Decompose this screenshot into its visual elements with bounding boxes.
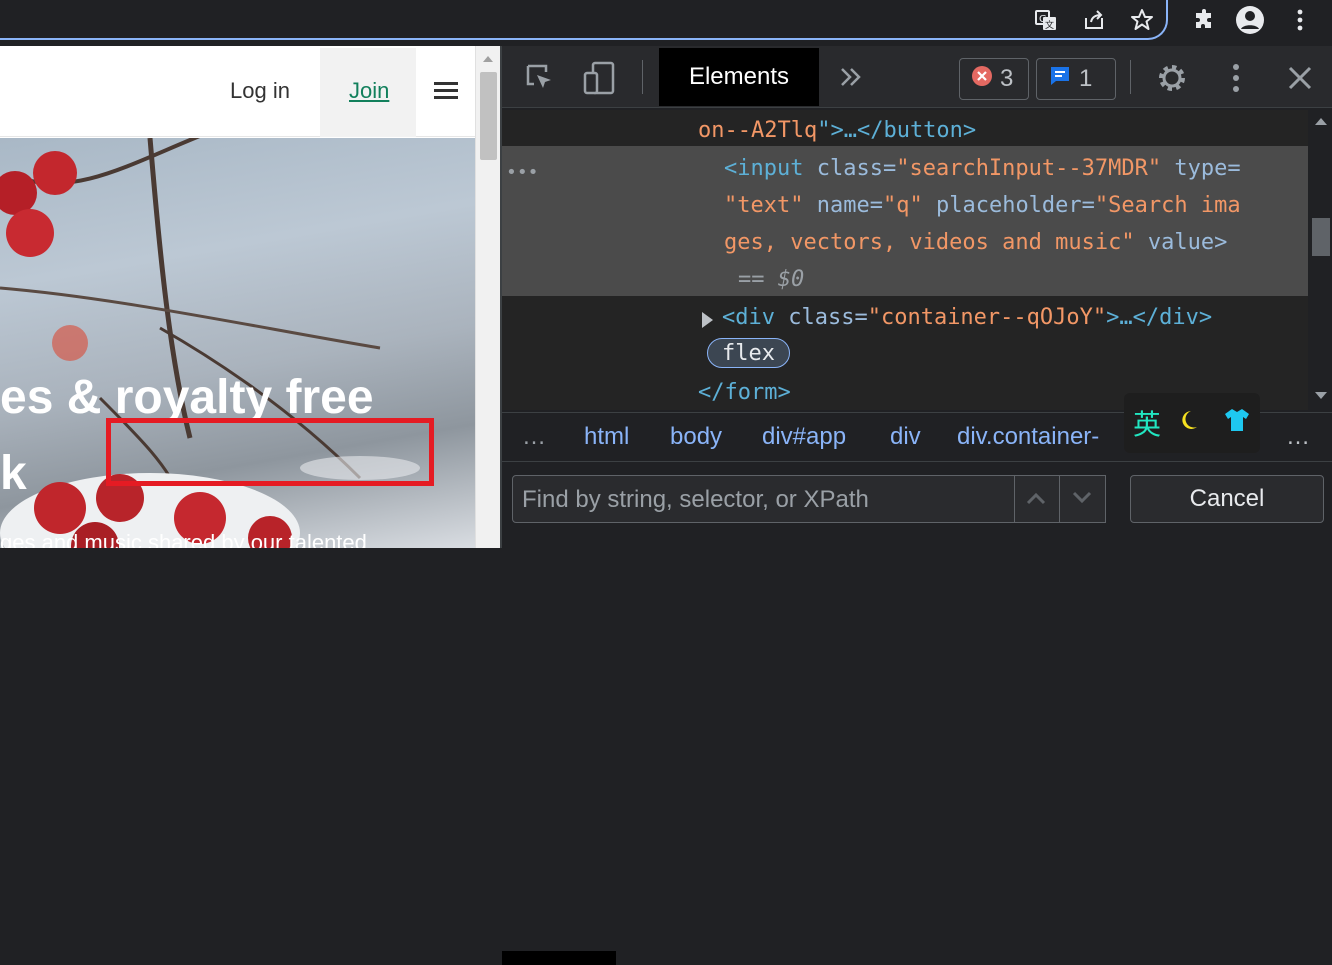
site-header: Log in Join <box>0 46 475 137</box>
hero-background-image <box>0 138 420 548</box>
scroll-up-arrow-icon[interactable] <box>483 56 493 62</box>
ime-toolbar[interactable]: 英 <box>1124 393 1260 453</box>
dom-line-button[interactable]: on--A2Tlq">…</button> <box>698 118 976 143</box>
dom-scroll-thumb[interactable] <box>1312 218 1330 256</box>
dom-line-input-3[interactable]: ges, vectors, videos and music" value> <box>724 230 1227 255</box>
breadcrumb-more-icon[interactable]: … <box>1286 423 1310 451</box>
expand-triangle-icon[interactable] <box>702 312 713 328</box>
messages-badge[interactable]: 1 <box>1036 58 1116 100</box>
devtools-toolbar: Elements 3 1 <box>502 46 1332 108</box>
page-scrollbar[interactable] <box>475 46 500 548</box>
close-devtools-icon[interactable] <box>1286 64 1314 92</box>
annotation-highlight-box <box>106 418 434 486</box>
hero-title-line2: k <box>0 447 27 500</box>
tab-elements[interactable]: Elements <box>659 48 819 106</box>
devtools-panel: Elements 3 1 ••• on--A2Tlq">…</button> <… <box>500 46 1332 965</box>
hamburger-menu-icon[interactable] <box>434 82 458 105</box>
svg-text:文: 文 <box>1045 19 1054 31</box>
dom-selected-marker: == $0 <box>738 267 805 292</box>
address-bar[interactable] <box>0 0 1168 40</box>
inspect-element-icon[interactable] <box>522 60 558 96</box>
dom-scrollbar[interactable] <box>1308 110 1332 410</box>
settings-gear-icon[interactable] <box>1154 60 1190 96</box>
more-tabs-chevron-icon[interactable] <box>836 62 866 92</box>
dom-tree: ••• on--A2Tlq">…</button> <input class="… <box>502 110 1308 410</box>
breadcrumb-overflow-icon[interactable]: … <box>522 423 546 451</box>
dom-line-input-2[interactable]: "text" name="q" placeholder="Search ima <box>724 193 1241 218</box>
moon-icon[interactable] <box>1179 407 1205 440</box>
breadcrumb-item-container[interactable]: div.container- <box>957 423 1099 451</box>
status-strip <box>502 951 616 965</box>
messages-count: 1 <box>1079 65 1093 92</box>
share-icon[interactable] <box>1078 4 1110 36</box>
skin-shirt-icon[interactable] <box>1223 406 1251 441</box>
message-icon <box>1049 65 1071 94</box>
cancel-button[interactable]: Cancel <box>1130 475 1324 523</box>
join-link[interactable]: Join <box>349 78 389 104</box>
translate-icon[interactable]: G文 <box>1030 4 1062 36</box>
errors-count: 3 <box>1000 65 1014 92</box>
device-toolbar-icon[interactable] <box>582 60 618 96</box>
devtools-menu-dots-icon[interactable] <box>1224 62 1248 94</box>
error-icon <box>972 65 992 93</box>
browser-toolbar: G文 <box>0 0 1332 46</box>
dom-line-form-close[interactable]: </form> <box>698 380 791 405</box>
hero-subtitle: ges and music shared by our talented <box>0 530 367 548</box>
flex-badge[interactable]: flex <box>707 338 790 368</box>
ime-language-toggle[interactable]: 英 <box>1133 403 1161 443</box>
errors-badge[interactable]: 3 <box>959 58 1029 100</box>
bookmark-star-icon[interactable] <box>1126 4 1158 36</box>
find-bar: Find by string, selector, or XPath Cance… <box>502 463 1332 965</box>
profile-icon[interactable] <box>1234 4 1266 36</box>
dom-scroll-up-icon[interactable] <box>1315 118 1327 125</box>
toolbar-separator <box>1130 60 1131 94</box>
find-next-icon[interactable] <box>1072 491 1092 510</box>
dom-line-div[interactable]: <div class="container--qOJoY">…</div> <box>722 305 1212 330</box>
find-placeholder: Find by string, selector, or XPath <box>522 486 869 513</box>
hero-banner: es & royalty free k ges and music shared… <box>0 138 475 548</box>
toolbar-separator <box>642 60 643 94</box>
login-link[interactable]: Log in <box>230 78 290 104</box>
breadcrumb-item-body[interactable]: body <box>670 423 722 451</box>
find-nav-divider <box>1059 475 1060 523</box>
menu-dots-icon[interactable] <box>1284 4 1316 36</box>
breadcrumb-item-html[interactable]: html <box>584 423 629 451</box>
hero-title: es & royalty free <box>0 371 374 424</box>
page-scroll-thumb[interactable] <box>480 72 497 160</box>
find-previous-icon[interactable] <box>1026 491 1046 510</box>
dom-scroll-down-icon[interactable] <box>1315 392 1327 399</box>
extensions-icon[interactable] <box>1188 4 1220 36</box>
dom-line-input-1[interactable]: <input class="searchInput--37MDR" type= <box>724 156 1241 181</box>
node-actions-dots[interactable]: ••• <box>506 162 539 183</box>
breadcrumb-item-app[interactable]: div#app <box>762 423 846 451</box>
breadcrumb-item-div[interactable]: div <box>890 423 921 451</box>
